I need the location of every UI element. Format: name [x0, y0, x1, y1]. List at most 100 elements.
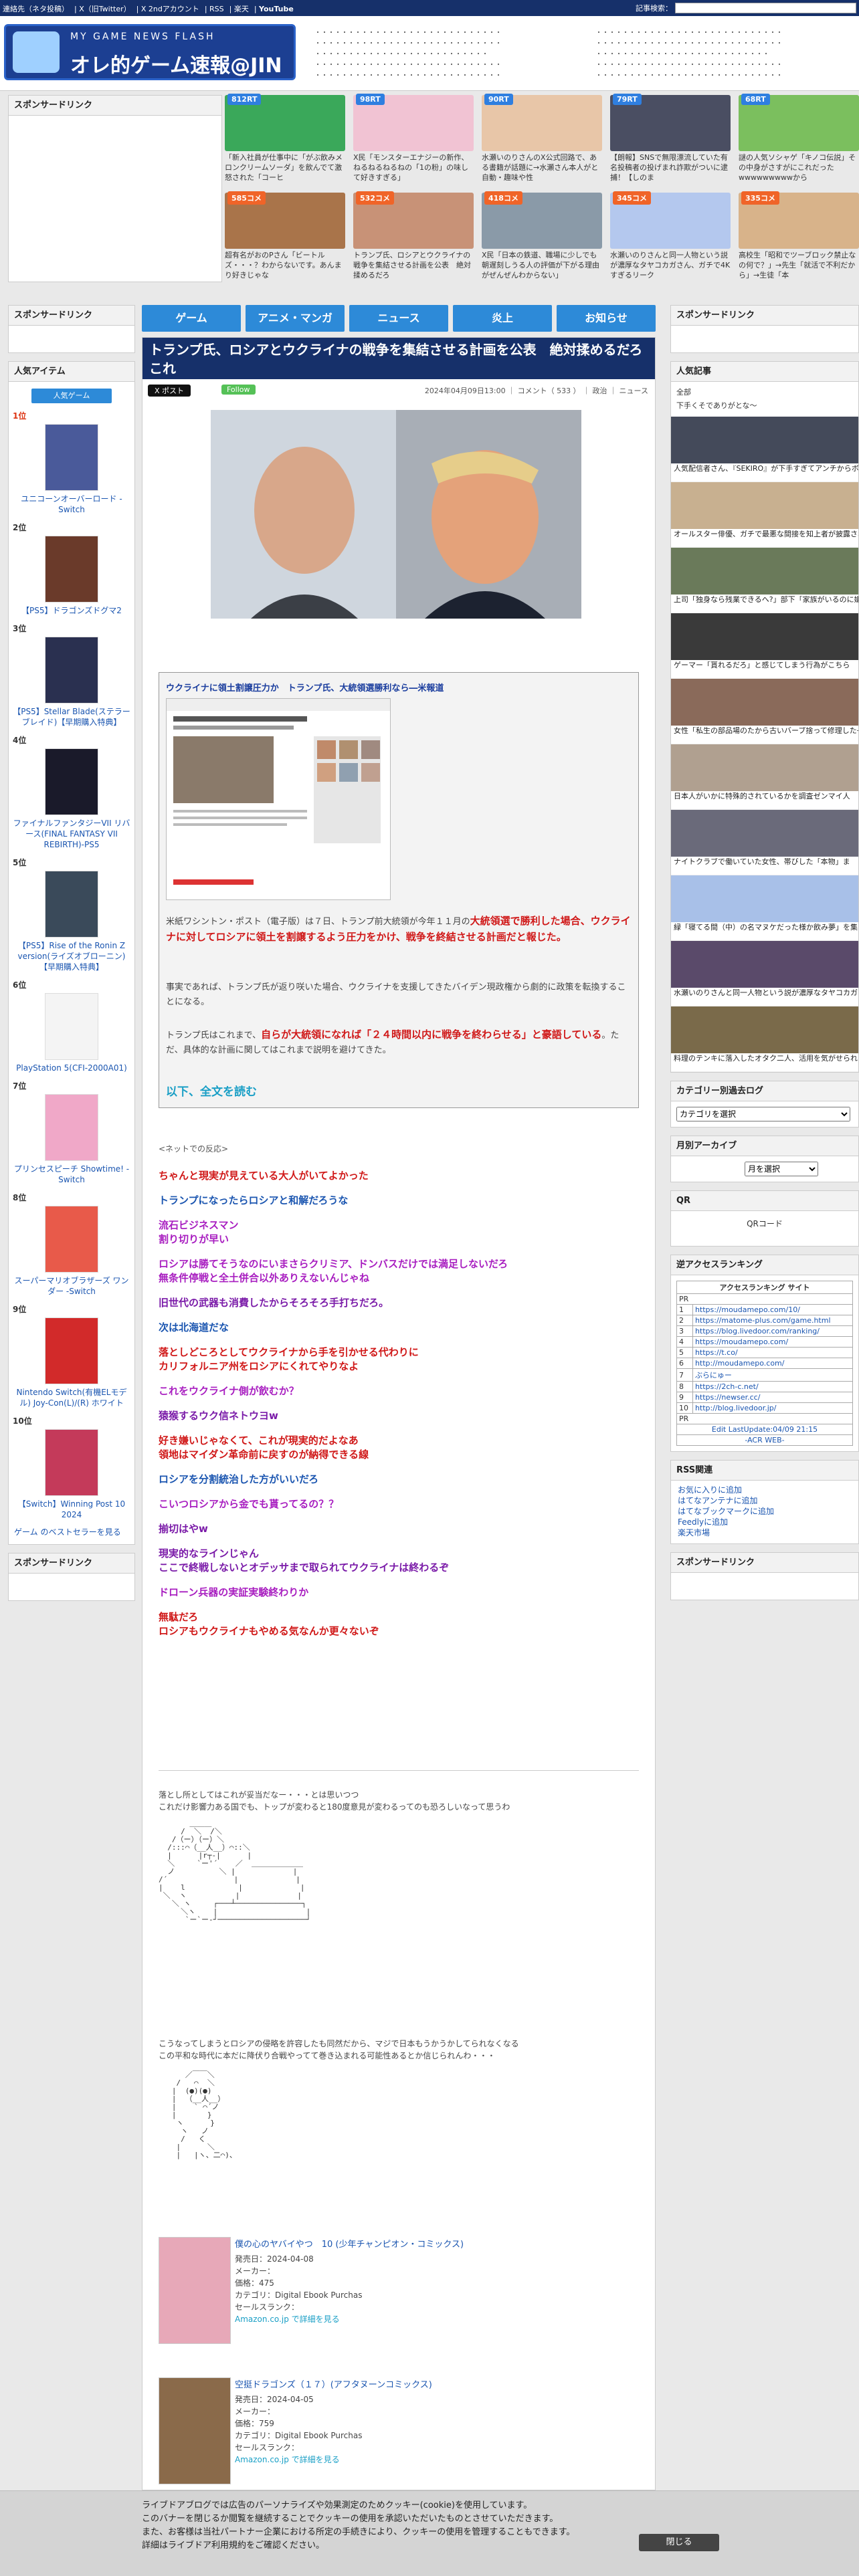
rakuten-link[interactable]: 楽天: [234, 5, 249, 13]
product-link[interactable]: スーパーマリオブラザーズ ワンダー -Switch: [9, 1275, 134, 1301]
month-select[interactable]: 月を選択: [745, 1162, 818, 1176]
popular-article-item[interactable]: オールスター俳優、ガチで最悪な間接を知上者が披露されてしまうwwwwwwwwww: [671, 482, 858, 548]
access-source-link[interactable]: https://newser.cc/: [692, 1392, 854, 1403]
popular-article-item[interactable]: 上司「独身なら残業できるへ?」部下「家族がいるのに嫌がらせ残業してくれてるみな: [671, 548, 858, 613]
access-last-update[interactable]: Edit LastUpdate:04/09 21:15: [676, 1424, 853, 1435]
product-image[interactable]: [45, 748, 98, 815]
quoted-article-screenshot[interactable]: [166, 698, 391, 900]
product-link[interactable]: 【PS5】Stellar Blade(ステラーブレイド)【早期購入特典】: [9, 706, 134, 732]
follow-button[interactable]: Follow: [221, 385, 256, 395]
thumb-item[interactable]: 68RT 謎の人気ソシャゲ「キノコ伝説」その中身がさすがにこれだったwwwwwww…: [739, 94, 859, 186]
thumb-item[interactable]: 90RT 水瀬いのりさんのX公式回路で、ある書籍が話題に→水瀬さん本人がと自動・趣…: [482, 94, 602, 186]
nav-news[interactable]: ニュース: [349, 305, 448, 332]
popular-article-item[interactable]: ナイトクラブで働いていた女性、帯びした「本物」ま: [671, 810, 858, 875]
product-info: 発売日：2024-04-05 メーカー： 価格：759 カテゴリ：Digital…: [235, 2393, 363, 2466]
product-image[interactable]: [45, 1317, 98, 1384]
popular-article-item[interactable]: 女性「私生の部品場のたから古いバーブ捨って修理した→それは感じることがない: [671, 679, 858, 744]
access-table-title: アクセスランキング サイト: [676, 1281, 853, 1294]
popular-article-item[interactable]: 人気配信者さん、『SEKIRO』が下手すぎてアンチからボロクソ叩かれる → 飲料…: [671, 417, 858, 482]
nav-anime[interactable]: アニメ・マンガ: [246, 305, 345, 332]
site-logo[interactable]: MY GAME NEWS FLASH オレ的ゲーム速報@JIN: [4, 24, 296, 80]
thumb-item[interactable]: 585コメ 超有名がおのPさん「ビートルズ・・・？わからないです。あんまり好きじゃ…: [225, 191, 345, 284]
thumb-item[interactable]: 79RT 【朗報】SNSで無限漂流していた有名投稿者の投げまれ詐欺がついに逮捕！【…: [610, 94, 731, 186]
product-link[interactable]: 【PS5】Rise of the Ronin Z version(ライズオブロー…: [9, 940, 134, 976]
access-rank-number: 2: [676, 1315, 693, 1326]
feedly-link[interactable]: Feedlyに追加: [671, 1517, 858, 1527]
product-image[interactable]: [45, 536, 98, 603]
amazon-link[interactable]: Amazon.co.jp で詳細を見る: [235, 2455, 340, 2464]
popular-article-item[interactable]: 緑「寝てる間（中）の名マヌケだった様か飲み夢」を集めたら→ヤバさとSNS投稿を見…: [671, 875, 858, 941]
access-source-link[interactable]: https://moudamepo.com/: [692, 1336, 854, 1348]
product-title[interactable]: 空挺ドラゴンズ（１７）(アフタヌーンコミックス): [235, 2377, 432, 2390]
article-thumbnail: [671, 1006, 858, 1053]
rt-badge: 812RT: [227, 94, 262, 105]
thumb-item[interactable]: 98RT X民「モンスターエナジーの新作、ねるねるねるねの「1の粉」の味して好きす…: [353, 94, 474, 186]
access-source-link[interactable]: https://2ch-c.net/: [692, 1381, 854, 1392]
category-select[interactable]: カテゴリを選択: [676, 1107, 850, 1121]
access-source-link[interactable]: ぶらにゅー: [692, 1368, 854, 1382]
product-link[interactable]: ファイナルファンタジーVII リバース(FINAL FANTASY VII RE…: [9, 818, 134, 854]
x-link[interactable]: X（旧Twitter）: [79, 5, 130, 13]
acr-web-credit[interactable]: -ACR WEB-: [676, 1434, 853, 1446]
product-image[interactable]: [45, 424, 98, 491]
favorite-link[interactable]: お気に入りに追加: [671, 1485, 858, 1495]
access-source-link[interactable]: https://t.co/: [692, 1347, 854, 1358]
rss-link[interactable]: RSS: [209, 5, 224, 13]
nav-info[interactable]: お知らせ: [557, 305, 656, 332]
access-source-link[interactable]: https://moudamepo.com/10/: [692, 1304, 854, 1315]
product-link[interactable]: 【Switch】Winning Post 10 2024: [9, 1499, 134, 1524]
rakuten-link[interactable]: 楽天市場: [671, 1527, 858, 1538]
hatena-bookmark-link[interactable]: はてなブックマークに追加: [671, 1506, 858, 1517]
x2-link[interactable]: X 2ndアカウント: [141, 5, 199, 13]
contact-link[interactable]: 連絡先（ネタ投稿）: [3, 5, 69, 13]
product-image[interactable]: [45, 1094, 98, 1161]
popular-article-item[interactable]: 料理のテンキに落入したオタク二人、活用を気がせられる→ 全本「ネクメちゃで: [671, 1006, 858, 1072]
popular-article-item[interactable]: 日本人がいかに特殊的されているかを調査ゼンマイ人: [671, 744, 858, 810]
product-image[interactable]: [45, 637, 98, 704]
product-link[interactable]: PlayStation 5(CFI-2000A01): [9, 1063, 134, 1077]
thumb-item[interactable]: 335コメ 高校生「昭和でツーブロック禁止なの何で？」→先生「就活で不利だから」→…: [739, 191, 859, 284]
thumb-caption: 水瀬いのりさんのX公式回路で、ある書籍が話題に→水瀬さん本人がと自動・趣味や性: [482, 153, 599, 182]
product-link[interactable]: 【PS5】ドラゴンズドグマ2: [9, 605, 134, 620]
nav-game[interactable]: ゲーム: [142, 305, 241, 332]
popular-article-item[interactable]: ゲーマー「貰れるだろ」と感じてしまう行為がこちら: [671, 613, 858, 679]
popular-games-button[interactable]: 人気ゲーム: [31, 389, 112, 403]
read-more-link[interactable]: 以下、全文を読む: [166, 1082, 257, 1099]
amazon-link[interactable]: Amazon.co.jp で詳細を見る: [235, 2315, 340, 2324]
access-source-link[interactable]: http://moudamepo.com/: [692, 1358, 854, 1369]
bestseller-link[interactable]: ゲーム のベストセラーを見る: [9, 1524, 134, 1544]
cookie-terms-line[interactable]: 詳細はライブドア利用規約をご確認ください。: [142, 2539, 650, 2553]
product-image[interactable]: [45, 1206, 98, 1273]
quoted-article-title[interactable]: ウクライナに領土割譲圧力か トランプ氏、大統領選勝利なら―米報道: [166, 681, 444, 693]
search-input[interactable]: [675, 3, 856, 13]
youtube-link[interactable]: YouTube: [259, 5, 294, 13]
product-cover[interactable]: [159, 2377, 231, 2484]
hatena-antenna-link[interactable]: はてなアンテナに追加: [671, 1495, 858, 1506]
thumb-item[interactable]: 345コメ 水瀬いのりさんと同一人物という説が濃厚なタヤコカガさん、ガチで4Kすぎ…: [610, 191, 731, 284]
product-link[interactable]: Nintendo Switch(有機ELモデル) Joy-Con(L)/(R) …: [9, 1387, 134, 1412]
access-source-link[interactable]: https://matome-plus.com/game.html: [692, 1315, 854, 1326]
x-post-button[interactable]: X ポスト: [148, 385, 191, 397]
cookie-close-button[interactable]: 閉じる: [639, 2534, 719, 2551]
product-cover[interactable]: [159, 2237, 231, 2344]
thumb-item[interactable]: 812RT 「新入社員が仕事中に「がぶ飲みメロンクリームソーダ」を飲んでて激怒され…: [225, 94, 345, 186]
rank-label: 2位: [13, 523, 27, 532]
headline-list-left: ・・・・・・・・・・・・・・・・・・・・・・・・・・・・ ・・・・・・・・・・・…: [314, 29, 502, 80]
price: 価格：475: [235, 2278, 274, 2288]
product-link[interactable]: プリンセスピーチ Showtime! -Switch: [9, 1164, 134, 1189]
thumb-item[interactable]: 418コメ X民「日本の鉄道、職場に少しでも朝遅刻しうる人の評価が下がる理由がぜん…: [482, 191, 602, 284]
access-source-link[interactable]: https://blog.livedoor.com/ranking/: [692, 1325, 854, 1337]
article-title[interactable]: トランプ氏、ロシアとウクライナの戦争を集結させる計画を公表 絶対揉めるだろこれ: [142, 338, 655, 379]
product-title[interactable]: 僕の心のヤバイやつ 10 (少年チャンピオン・コミックス): [235, 2237, 464, 2250]
thumb-item[interactable]: 532コメ トランプ氏、ロシアとウクライナの戦争を集結させる計画を公表 絶対揉める…: [353, 191, 474, 284]
comment: 猿猴するウク信ネトウヨw: [159, 1410, 278, 1422]
nav-flame[interactable]: 炎上: [453, 305, 552, 332]
popular-article-item[interactable]: 水瀬いのりさんと同一人物という説が濃厚なタヤコカガさん、ガチで4Kすぎるリーク: [671, 941, 858, 1006]
ascii-art-1: ＿＿＿ / ＼ /＼ /（ー）（ー）＼ /:::⌒（__人__）⌒::＼ | |…: [159, 1819, 311, 1924]
product-link[interactable]: ユニコーンオーバーロード -Switch: [9, 494, 134, 519]
product-image[interactable]: [45, 871, 98, 938]
product-image[interactable]: [45, 993, 98, 1060]
product-image[interactable]: [45, 1429, 98, 1496]
access-source-link[interactable]: http://blog.livedoor.jp/: [692, 1402, 854, 1414]
access-ranking-heading: 逆アクセスランキング: [671, 1255, 858, 1275]
